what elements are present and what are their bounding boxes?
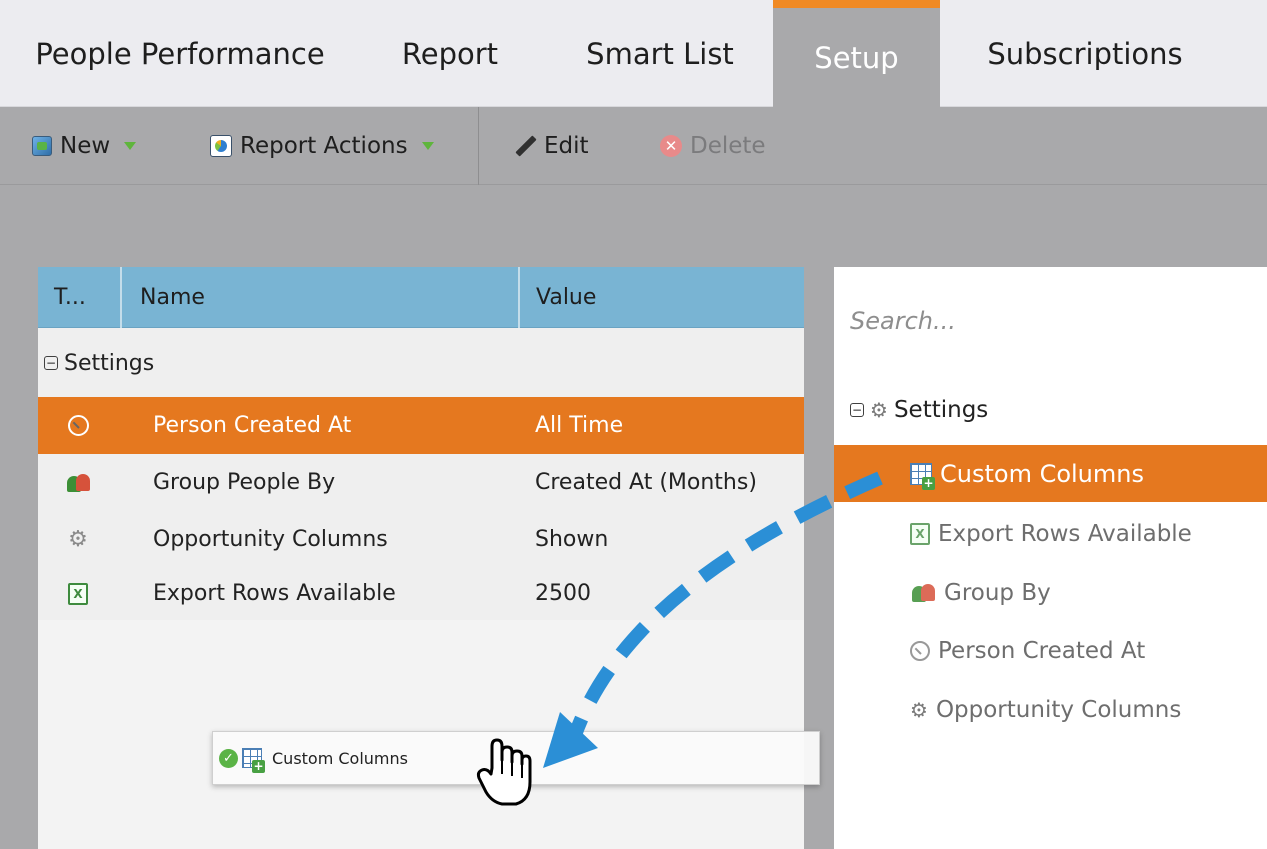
gear-icon: ⚙ <box>68 526 88 552</box>
row-value: 2500 <box>535 581 591 606</box>
excel-icon: X <box>62 565 94 622</box>
tab-subscriptions[interactable]: Subscriptions <box>960 0 1210 107</box>
tree-item-label: Group By <box>944 579 1051 606</box>
group-label: Settings <box>64 350 155 376</box>
report-actions-icon <box>210 135 232 157</box>
column-header-value[interactable]: Value <box>520 267 804 328</box>
dropdown-arrow-icon <box>421 142 434 150</box>
tree-item-label: Custom Columns <box>940 459 1144 488</box>
table-row[interactable]: X Export Rows Available 2500 <box>38 565 804 622</box>
delete-button[interactable]: ✕ Delete <box>660 107 766 185</box>
tree-item-person-created-at[interactable]: Person Created At <box>834 622 1267 679</box>
tab-smart-list[interactable]: Smart List <box>560 0 760 107</box>
table-row[interactable]: Person Created At All Time <box>38 397 804 454</box>
tree-item-label: Opportunity Columns <box>935 696 1182 723</box>
edit-label: Edit <box>544 133 589 159</box>
grid-header: T... Name Value <box>38 267 804 328</box>
report-actions-label: Report Actions <box>240 133 408 159</box>
collapse-icon[interactable]: − <box>44 356 58 370</box>
row-value: All Time <box>535 413 624 438</box>
gear-icon: ⚙ <box>870 398 888 422</box>
column-header-type[interactable]: T... <box>38 267 120 328</box>
table-row[interactable]: ⚙ Opportunity Columns Shown <box>38 511 804 568</box>
people-icon <box>910 582 936 604</box>
toolbar: New Report Actions Edit ✕ Delete <box>0 107 1267 185</box>
delete-icon: ✕ <box>660 135 682 157</box>
tab-report[interactable]: Report <box>380 0 520 107</box>
row-name: Person Created At <box>153 413 352 438</box>
custom-columns-icon <box>242 748 265 773</box>
row-name: Export Rows Available <box>153 581 396 606</box>
row-name: Opportunity Columns <box>153 527 388 552</box>
drag-ghost[interactable]: ✓ Custom Columns <box>212 731 820 785</box>
pencil-icon <box>514 135 536 157</box>
row-value: Created At (Months) <box>535 470 757 495</box>
settings-tree-panel: Search... − ⚙ Settings Custom Columns X … <box>834 267 1267 849</box>
tree-group-label: Settings <box>893 397 989 423</box>
dropdown-arrow-icon <box>124 142 137 150</box>
tab-setup[interactable]: Setup <box>773 0 940 107</box>
delete-label: Delete <box>690 133 766 159</box>
row-name: Group People By <box>153 470 336 495</box>
table-row[interactable]: Group People By Created At (Months) <box>38 454 804 511</box>
column-header-name[interactable]: Name <box>122 267 518 328</box>
tree-item-custom-columns[interactable]: Custom Columns <box>834 445 1267 502</box>
excel-icon: X <box>910 522 930 545</box>
check-icon: ✓ <box>219 748 238 768</box>
collapse-icon[interactable]: − <box>850 403 864 417</box>
tree-item-opportunity-columns[interactable]: ⚙ Opportunity Columns <box>834 681 1267 738</box>
new-label: New <box>60 133 111 159</box>
custom-columns-icon <box>910 462 935 490</box>
tab-people-performance[interactable]: People Performance <box>20 0 340 107</box>
tree-group-settings[interactable]: − ⚙ Settings <box>850 397 988 423</box>
new-icon <box>32 136 52 156</box>
tree-item-group-by[interactable]: Group By <box>834 564 1267 621</box>
row-value: Shown <box>535 527 609 552</box>
edit-button[interactable]: Edit <box>514 107 589 185</box>
tree-item-label: Export Rows Available <box>938 520 1192 547</box>
clock-icon <box>910 640 930 661</box>
people-icon <box>62 454 94 511</box>
drag-ghost-label: Custom Columns <box>272 748 408 768</box>
settings-group-row[interactable]: − Settings <box>38 328 804 398</box>
toolbar-divider <box>478 107 479 185</box>
tab-bar: People Performance Report Smart List Set… <box>0 0 1267 107</box>
gear-icon: ⚙ <box>910 697 928 722</box>
report-actions-button[interactable]: Report Actions <box>210 107 434 185</box>
new-button[interactable]: New <box>32 107 137 185</box>
tree-item-export-rows[interactable]: X Export Rows Available <box>834 505 1267 562</box>
clock-icon <box>62 397 94 454</box>
tree-item-label: Person Created At <box>938 637 1146 664</box>
search-input[interactable]: Search... <box>850 307 956 335</box>
